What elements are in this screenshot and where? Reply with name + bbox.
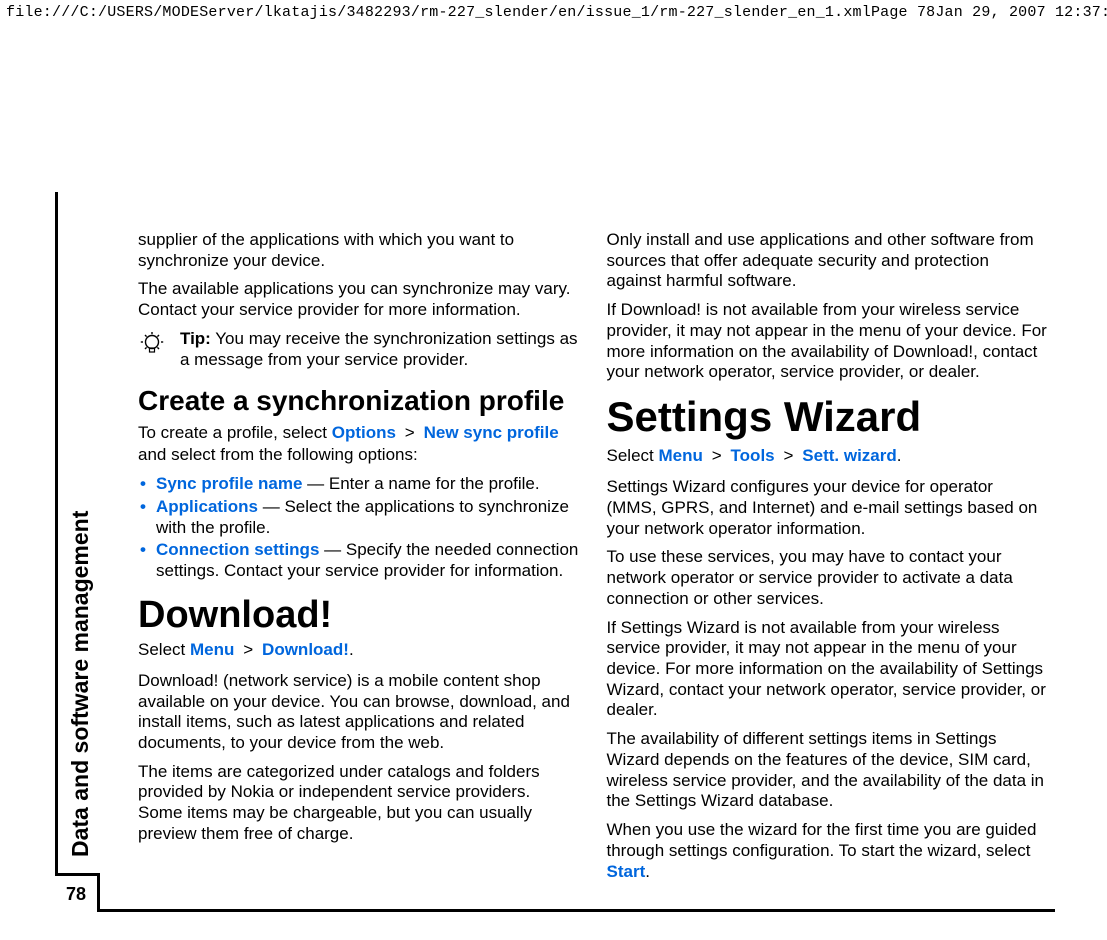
- page: file:///C:/USERS/MODEServer/lkatajis/348…: [0, 0, 1107, 940]
- text: To create a profile, select: [138, 423, 332, 442]
- text: .: [349, 640, 354, 659]
- paragraph: Only install and use applications and ot…: [607, 230, 1048, 292]
- menu-path-item: Menu: [190, 640, 234, 659]
- option-label: Sync profile name: [156, 474, 302, 493]
- text: Select: [138, 640, 190, 659]
- paragraph: Settings Wizard configures your device f…: [607, 477, 1048, 539]
- option-label: Connection settings: [156, 540, 319, 559]
- menu-path-item: Menu: [658, 446, 702, 465]
- text: When you use the wizard for the first ti…: [607, 820, 1037, 860]
- paragraph: The available applications you can synch…: [138, 279, 579, 320]
- menu-path-item: Download!: [262, 640, 349, 659]
- text: and select from the following options:: [138, 445, 418, 464]
- paragraph: Select Menu > Tools > Sett. wizard.: [607, 446, 1048, 469]
- list-item: Sync profile name — Enter a name for the…: [138, 474, 579, 495]
- options-list: Sync profile name — Enter a name for the…: [138, 474, 579, 582]
- chevron-right-icon: >: [779, 448, 797, 467]
- heading-settings-wizard: Settings Wizard: [607, 391, 1048, 442]
- paragraph: If Settings Wizard is not available from…: [607, 618, 1048, 722]
- option-label: Applications: [156, 497, 258, 516]
- option-desc: — Enter a name for the profile.: [302, 474, 539, 493]
- print-header: file:///C:/USERS/MODEServer/lkatajis/348…: [0, 0, 1107, 21]
- column-right: Only install and use applications and ot…: [607, 230, 1048, 897]
- paragraph: supplier of the applications with which …: [138, 230, 579, 271]
- paragraph: The items are categorized under catalogs…: [138, 762, 579, 845]
- text: .: [897, 446, 902, 465]
- page-number: 78: [55, 873, 100, 912]
- paragraph: If Download! is not available from your …: [607, 300, 1048, 383]
- text: .: [645, 862, 650, 881]
- tip-block: Tip: You may receive the synchronization…: [138, 329, 579, 370]
- lightbulb-icon: [138, 329, 166, 370]
- file-path: file:///C:/USERS/MODEServer/lkatajis/348…: [6, 4, 871, 21]
- chevron-right-icon: >: [708, 448, 726, 467]
- menu-path-item: Sett. wizard: [802, 446, 896, 465]
- menu-path-item: Options: [332, 423, 396, 442]
- paragraph: Select Menu > Download!.: [138, 640, 579, 663]
- body-columns: supplier of the applications with which …: [138, 230, 1047, 897]
- column-left: supplier of the applications with which …: [138, 230, 579, 897]
- tip-text: Tip: You may receive the synchronization…: [180, 329, 579, 370]
- print-datetime: Jan 29, 2007 12:37:36 PM: [935, 4, 1107, 21]
- tip-body-text: You may receive the synchronization sett…: [180, 329, 578, 369]
- section-side-title: Data and software management: [63, 194, 93, 854]
- heading-download: Download!: [138, 592, 579, 638]
- tip-label: Tip:: [180, 329, 211, 348]
- chevron-right-icon: >: [239, 642, 257, 661]
- menu-path-item: New sync profile: [424, 423, 559, 442]
- paragraph: Download! (network service) is a mobile …: [138, 671, 579, 754]
- heading-sync-profile: Create a synchronization profile: [138, 384, 579, 418]
- text: Select: [607, 446, 659, 465]
- paragraph: The availability of different settings i…: [607, 729, 1048, 812]
- section-side-title-text: Data and software management: [67, 511, 94, 857]
- paragraph: When you use the wizard for the first ti…: [607, 820, 1048, 882]
- list-item: Applications — Select the applications t…: [138, 497, 579, 538]
- paragraph: To use these services, you may have to c…: [607, 547, 1048, 609]
- paragraph: To create a profile, select Options > Ne…: [138, 423, 579, 466]
- page-indicator: Page 78: [871, 4, 935, 21]
- menu-path-item: Start: [607, 862, 646, 881]
- menu-path-item: Tools: [731, 446, 775, 465]
- content-frame: Data and software management 78 supplier…: [55, 192, 1055, 912]
- list-item: Connection settings — Specify the needed…: [138, 540, 579, 581]
- chevron-right-icon: >: [401, 425, 419, 444]
